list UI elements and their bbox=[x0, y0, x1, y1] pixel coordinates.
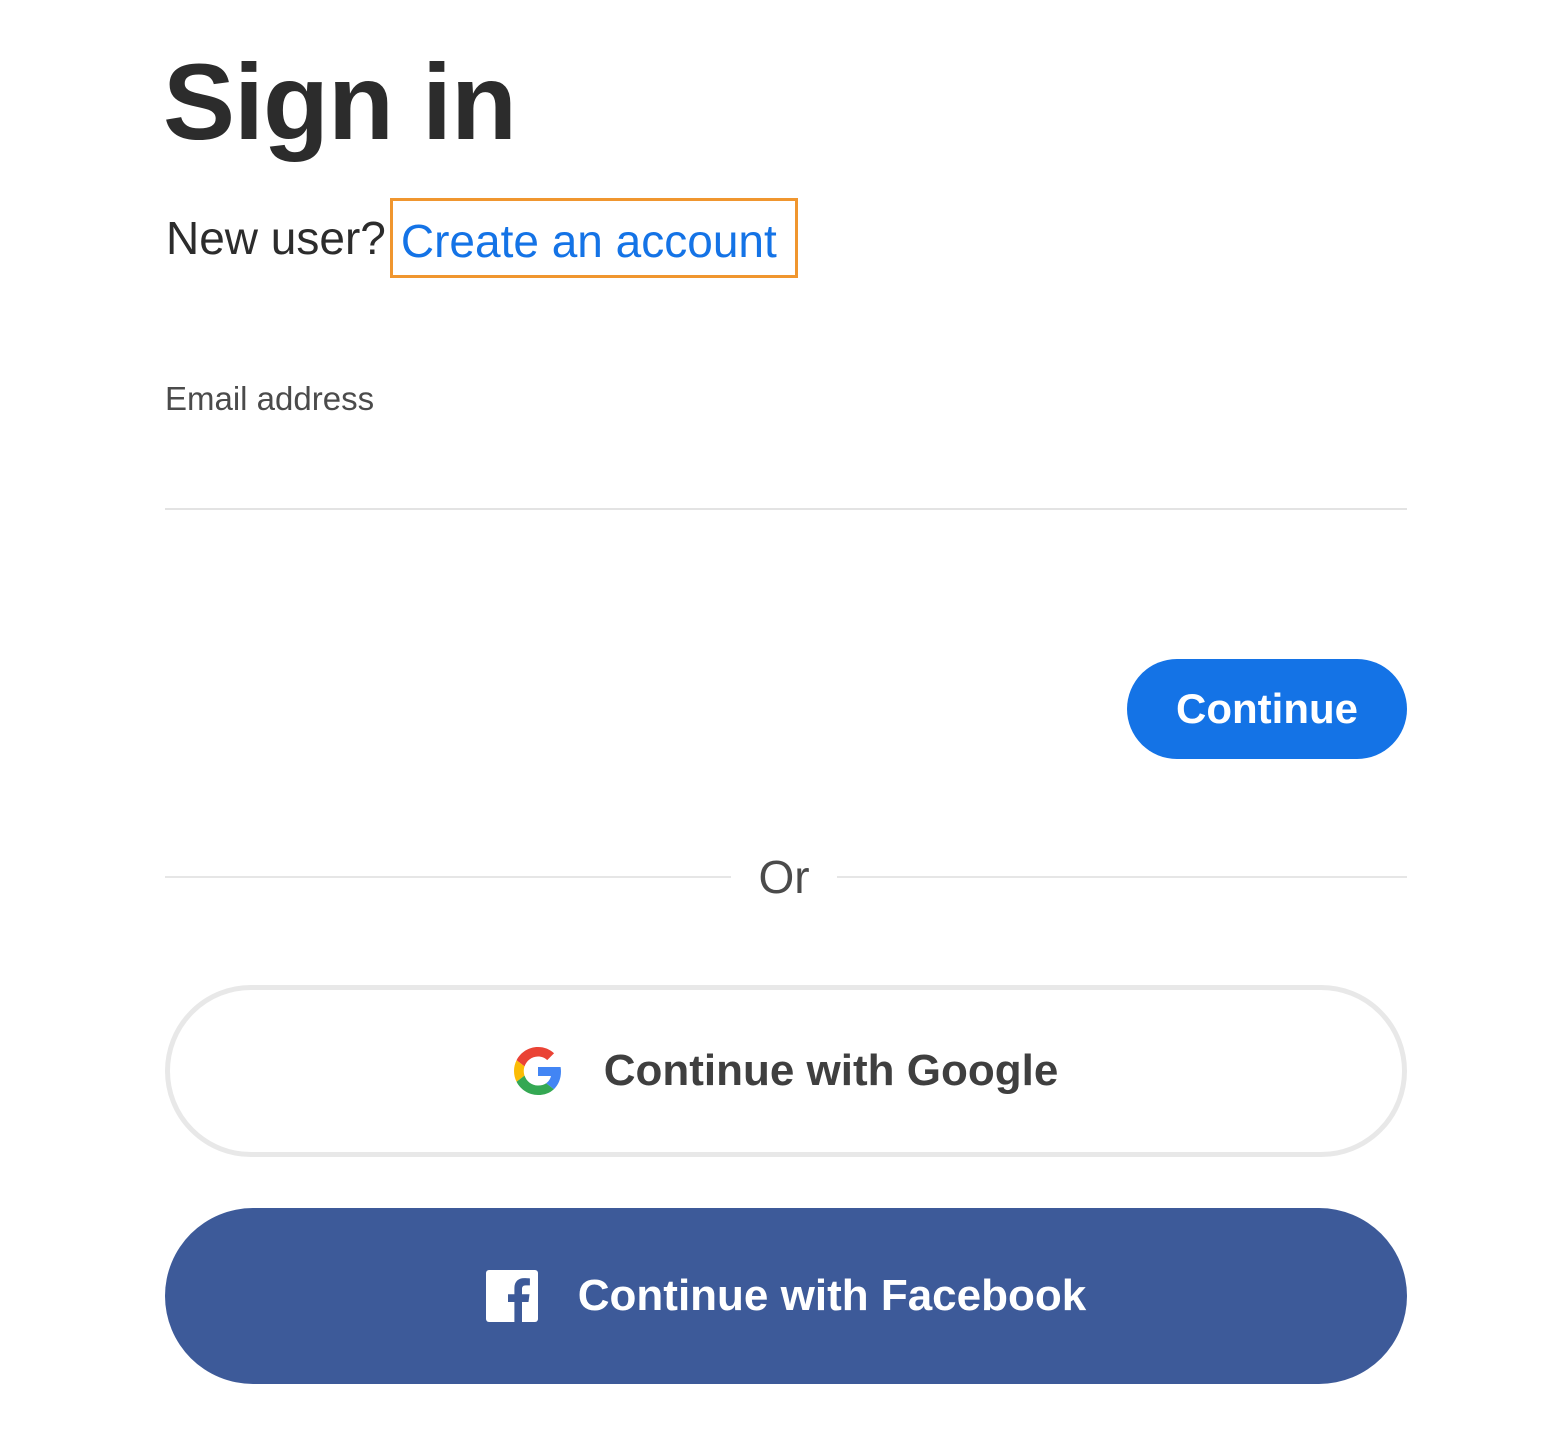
create-account-link[interactable]: Create an account bbox=[389, 198, 798, 278]
page-title: Sign in bbox=[163, 41, 517, 162]
new-user-prompt: New user? bbox=[166, 212, 386, 264]
facebook-button-label: Continue with Facebook bbox=[577, 1271, 1087, 1320]
email-label: Email address bbox=[165, 380, 375, 417]
continue-with-google-button[interactable]: Continue with Google bbox=[165, 985, 1407, 1157]
divider-or-text: Or bbox=[758, 851, 810, 903]
email-field[interactable] bbox=[165, 430, 1407, 510]
signin-page: Sign in New user? Create an account Emai… bbox=[0, 0, 1557, 1429]
facebook-icon bbox=[485, 1270, 538, 1322]
continue-with-facebook-button[interactable]: Continue with Facebook bbox=[165, 1208, 1407, 1384]
google-icon bbox=[513, 1047, 562, 1095]
continue-button[interactable]: Continue bbox=[1127, 659, 1407, 759]
google-button-label: Continue with Google bbox=[603, 1046, 1059, 1095]
new-user-row: New user? Create an account bbox=[166, 198, 798, 278]
divider-line-left bbox=[165, 876, 731, 878]
divider-line-right bbox=[837, 876, 1407, 878]
